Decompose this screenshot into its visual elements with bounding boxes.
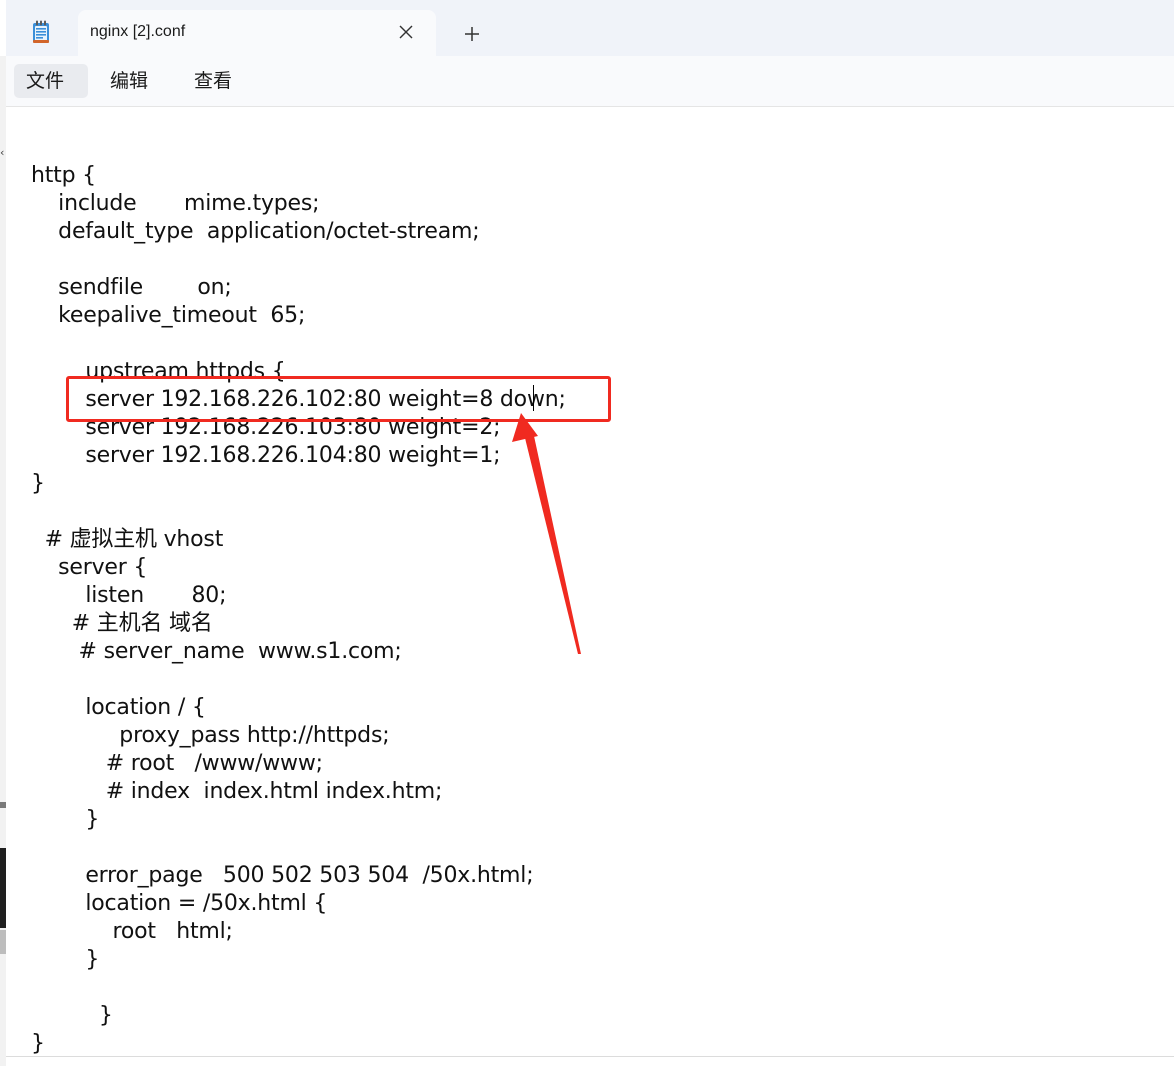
code-line: server { [31, 555, 148, 580]
close-icon[interactable] [396, 22, 416, 42]
menu-view[interactable]: 查看 [182, 64, 252, 98]
code-line: http { [31, 163, 96, 188]
code-line: proxy_pass http://httpds; [31, 723, 390, 748]
menu-bar: 文件 编辑 查看 [6, 56, 1174, 107]
code-line: # root /www/www; [31, 751, 323, 776]
code-line: } [31, 1031, 45, 1056]
new-tab-plus-icon[interactable] [462, 24, 482, 44]
menu-edit[interactable]: 编辑 [98, 64, 168, 98]
code-line: include mime.types; [31, 191, 320, 216]
text-editor[interactable]: http { include mime.types; default_type … [6, 107, 1174, 1066]
code-line: } [31, 471, 45, 496]
code-line: server 192.168.226.104:80 weight=1; [31, 443, 501, 468]
code-line: # server_name www.s1.com; [31, 639, 402, 664]
code-line: default_type application/octet-stream; [31, 219, 480, 244]
chevron-left-icon: ‹ [0, 146, 5, 159]
code-line: keepalive_timeout 65; [31, 303, 306, 328]
code-line: } [31, 947, 100, 972]
tab-nginx-conf[interactable]: nginx [2].conf [78, 10, 436, 56]
code-line: root html; [31, 919, 233, 944]
code-line: sendfile on; [31, 275, 232, 300]
code-line: location = /50x.html { [31, 891, 328, 916]
menu-file[interactable]: 文件 [14, 64, 88, 98]
editor-bottom-border [6, 1056, 1174, 1057]
code-line: # 虚拟主机 vhost [31, 527, 224, 552]
notepad-icon [33, 20, 49, 43]
notepad-window: ‹ nginx [2].conf 文件 编辑 查看 http {include… [0, 0, 1174, 1066]
code-line: location / { [31, 695, 206, 720]
code-line: } [31, 807, 100, 832]
tab-title: nginx [2].conf [90, 23, 186, 40]
code-line: } [31, 1003, 113, 1028]
annotation-highlight-box [66, 376, 611, 422]
code-line: # 主机名 域名 [31, 611, 213, 636]
title-bar: nginx [2].conf [6, 0, 1174, 56]
code-line: error_page 500 502 503 504 /50x.html; [31, 863, 534, 888]
code-line: # index index.html index.htm; [31, 779, 443, 804]
code-line: listen 80; [31, 583, 227, 608]
